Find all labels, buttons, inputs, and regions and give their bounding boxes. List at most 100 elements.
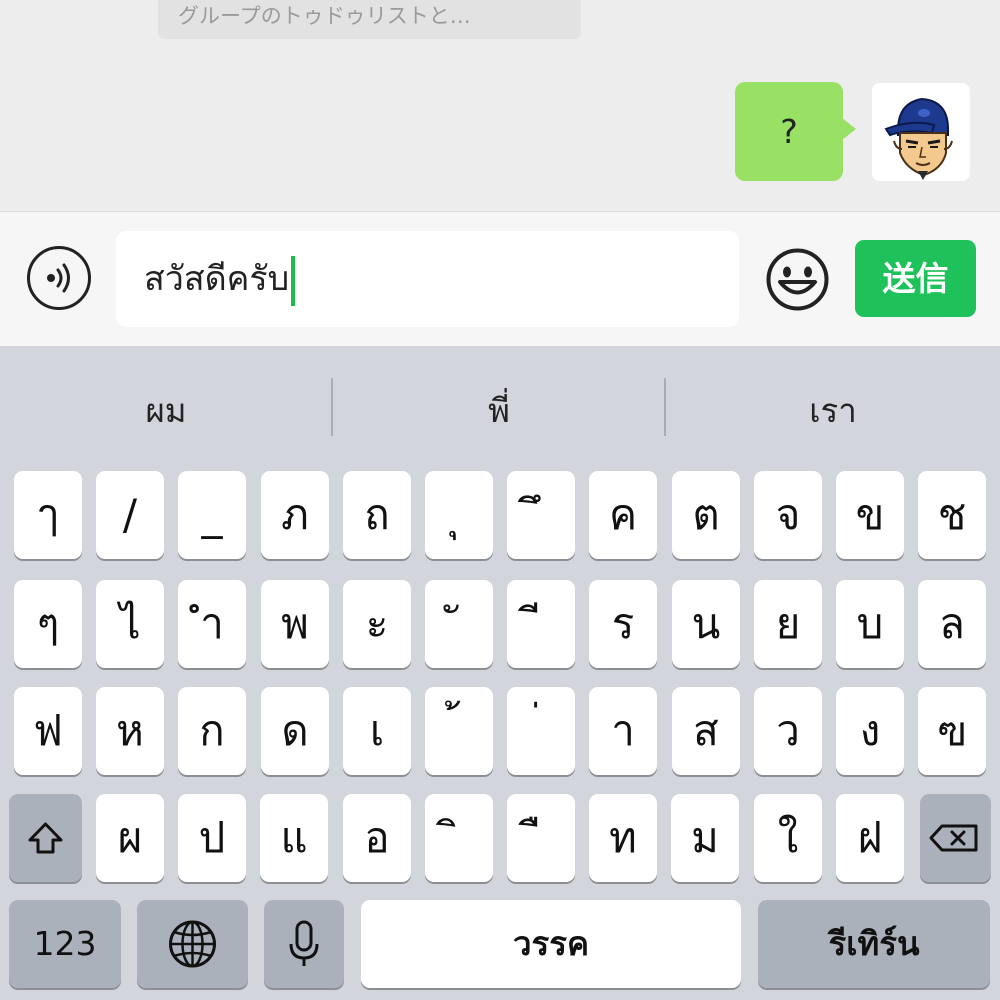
chat-area: グループのトゥドゥリストと… ? xyxy=(0,0,1000,212)
key-row4-4[interactable]: ิ xyxy=(425,794,493,882)
smiley-icon xyxy=(766,248,829,311)
key-label: ช xyxy=(937,490,967,539)
key-row3-6[interactable]: ่ xyxy=(507,687,575,775)
key-row3-11[interactable]: ฃ xyxy=(918,687,986,775)
key-row1-10[interactable]: ข xyxy=(836,471,904,559)
keyboard: ผม พี่ เรา ๅ/_ภถุึคตจขชๆไำพะัีรนยบลฟหกดเ… xyxy=(0,346,1000,1000)
user-avatar-icon xyxy=(884,97,953,180)
key-row2-0[interactable]: ๆ xyxy=(14,580,82,668)
suggestion-3[interactable]: เรา xyxy=(666,346,1000,458)
key-row3-4[interactable]: เ xyxy=(343,687,411,775)
send-button[interactable]: 送信 xyxy=(855,240,976,317)
key-row2-3[interactable]: พ xyxy=(261,580,329,668)
numbers-key[interactable]: 123 xyxy=(9,900,121,988)
key-row1-9[interactable]: จ xyxy=(754,471,822,559)
key-row3-9[interactable]: ว xyxy=(754,687,822,775)
key-label: ๅ xyxy=(37,490,59,539)
key-row2-6[interactable]: ี xyxy=(507,580,575,668)
key-label: า xyxy=(611,706,635,755)
key-row3-3[interactable]: ด xyxy=(261,687,329,775)
key-row1-4[interactable]: ถ xyxy=(343,471,411,559)
suggestion-1[interactable]: ผม xyxy=(0,346,332,458)
key-label: ใ xyxy=(777,813,799,862)
system-note: グループのトゥドゥリストと… xyxy=(158,0,581,39)
key-row1-1[interactable]: / xyxy=(96,471,164,559)
key-label: ย xyxy=(775,599,801,648)
key-row2-2[interactable]: ำ xyxy=(178,580,246,668)
message-input-value: สวัสดีครับ xyxy=(144,259,290,299)
voice-message-icon xyxy=(47,263,70,293)
key-row1-7[interactable]: ค xyxy=(589,471,657,559)
key-label: / xyxy=(122,490,138,539)
key-label: ำ xyxy=(200,599,224,648)
backspace-icon xyxy=(929,824,978,852)
key-label: ห xyxy=(116,706,144,755)
key-row3-7[interactable]: า xyxy=(589,687,657,775)
key-row1-6[interactable]: ึ xyxy=(507,471,575,559)
key-label: ท xyxy=(609,813,637,862)
key-label: ผ xyxy=(117,813,143,862)
key-label: ข xyxy=(855,490,885,539)
key-label: ค xyxy=(608,490,638,539)
key-row4-9[interactable]: ฝ xyxy=(836,794,904,882)
key-label: ม xyxy=(691,813,719,862)
voice-button[interactable] xyxy=(27,246,91,310)
key-label: เ xyxy=(369,706,385,755)
backspace-key[interactable] xyxy=(920,794,991,882)
key-label: ถ xyxy=(364,490,390,539)
key-row3-0[interactable]: ฟ xyxy=(14,687,82,775)
globe-key[interactable] xyxy=(137,900,248,988)
key-row4-7[interactable]: ม xyxy=(671,794,739,882)
key-label: ภ xyxy=(281,490,309,539)
key-row3-5[interactable]: ้ xyxy=(425,687,493,775)
key-label: ร xyxy=(611,599,635,648)
key-row1-0[interactable]: ๅ xyxy=(14,471,82,559)
key-row2-7[interactable]: ร xyxy=(589,580,657,668)
key-row1-8[interactable]: ต xyxy=(672,471,740,559)
key-row3-2[interactable]: ก xyxy=(178,687,246,775)
key-row2-10[interactable]: บ xyxy=(836,580,904,668)
key-row3-10[interactable]: ง xyxy=(836,687,904,775)
key-label: ฟ xyxy=(33,706,63,755)
key-label: น xyxy=(691,599,721,648)
key-row2-5[interactable]: ั xyxy=(425,580,493,668)
key-label: ะ xyxy=(365,599,389,648)
key-row1-2[interactable]: _ xyxy=(178,471,246,559)
key-label: ฃ xyxy=(937,706,967,755)
key-row2-1[interactable]: ไ xyxy=(96,580,164,668)
key-row4-3[interactable]: อ xyxy=(343,794,411,882)
suggestion-2[interactable]: พี่ xyxy=(333,346,665,458)
globe-icon xyxy=(169,920,216,968)
microphone-icon xyxy=(289,920,319,966)
key-label: แ xyxy=(280,813,308,862)
key-row2-4[interactable]: ะ xyxy=(343,580,411,668)
key-row3-1[interactable]: ห xyxy=(96,687,164,775)
key-row2-11[interactable]: ล xyxy=(918,580,986,668)
avatar[interactable] xyxy=(872,83,970,181)
key-row1-5[interactable]: ุ xyxy=(425,471,493,559)
key-row4-2[interactable]: แ xyxy=(260,794,328,882)
microphone-key[interactable] xyxy=(264,900,344,988)
key-row4-8[interactable]: ใ xyxy=(754,794,822,882)
key-row3-8[interactable]: ส xyxy=(672,687,740,775)
key-label: _ xyxy=(201,490,223,539)
message-bubble[interactable]: ? xyxy=(735,82,856,181)
key-label: ว xyxy=(776,706,800,755)
shift-key[interactable] xyxy=(9,794,82,882)
space-key[interactable]: วรรค xyxy=(361,900,741,988)
key-label: ง xyxy=(859,706,881,755)
key-row1-3[interactable]: ภ xyxy=(261,471,329,559)
key-row1-11[interactable]: ช xyxy=(918,471,986,559)
key-row4-0[interactable]: ผ xyxy=(96,794,164,882)
message-input[interactable]: สวัสดีครับ xyxy=(116,231,739,327)
message-input-bar: สวัสดีครับ 送信 xyxy=(0,211,1000,346)
key-label: อ xyxy=(364,813,390,862)
return-key[interactable]: รีเทิร์น xyxy=(758,900,990,988)
key-row4-5[interactable]: ื xyxy=(507,794,575,882)
key-row4-1[interactable]: ป xyxy=(178,794,246,882)
key-row2-9[interactable]: ย xyxy=(754,580,822,668)
key-row4-6[interactable]: ท xyxy=(589,794,657,882)
key-label: ล xyxy=(939,599,965,648)
emoji-button[interactable] xyxy=(765,247,830,312)
key-row2-8[interactable]: น xyxy=(672,580,740,668)
